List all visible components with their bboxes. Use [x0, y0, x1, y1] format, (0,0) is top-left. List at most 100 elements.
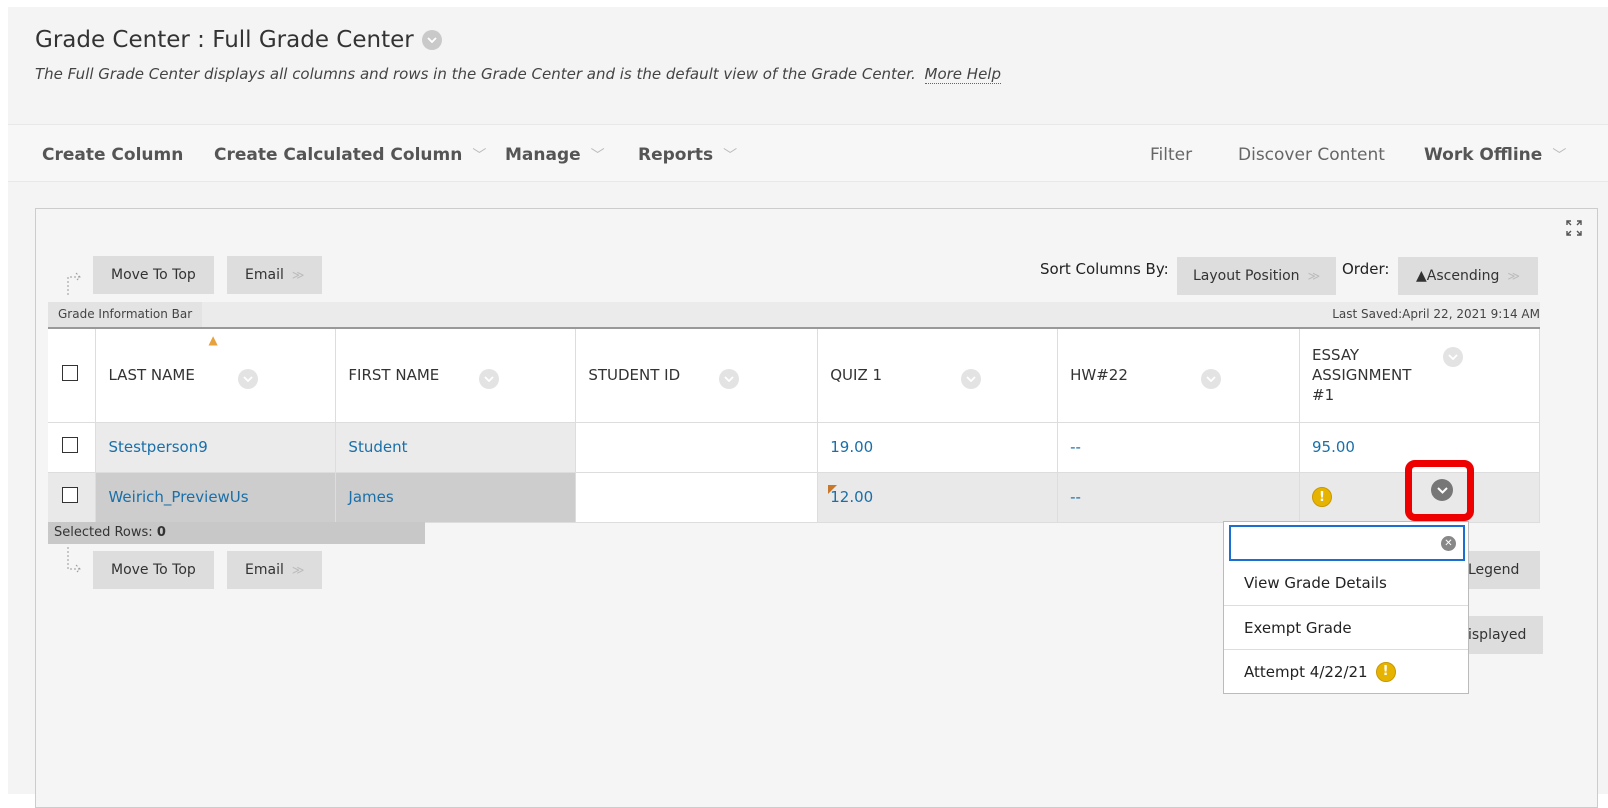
column-menu-icon[interactable]: [1443, 347, 1464, 367]
page-title-text: Grade Center : Full Grade Center: [35, 27, 414, 53]
column-header-last-name[interactable]: ▲ LAST NAME: [95, 328, 337, 423]
menu-item-exempt-grade[interactable]: Exempt Grade: [1224, 605, 1468, 649]
student-id-cell: [575, 472, 819, 523]
page-description-text: The Full Grade Center displays all colum…: [35, 65, 916, 83]
column-header-hw22[interactable]: HW#22: [1057, 328, 1301, 423]
menu-item-label: Attempt 4/22/21: [1244, 662, 1368, 681]
column-header-essay-assignment[interactable]: ESSAY ASSIGNMENT #1: [1299, 328, 1540, 423]
column-header-label-line: ASSIGNMENT: [1312, 366, 1412, 385]
menu-item-attempt[interactable]: Attempt 4/22/21 !: [1224, 649, 1468, 693]
page-header: Grade Center : Full Grade Center The Ful…: [8, 7, 1608, 124]
column-header-student-id[interactable]: STUDENT ID: [575, 328, 819, 423]
sort-columns-select[interactable]: Layout Position ≫: [1177, 257, 1337, 295]
table-header-row: ▲ LAST NAME FIRST NAME STUDENT ID QUIZ 1: [48, 328, 1540, 423]
row-checkbox[interactable]: [62, 437, 78, 453]
first-name-cell: Student: [335, 422, 577, 473]
student-last-name-link[interactable]: Weirich_PreviewUs: [108, 488, 248, 506]
bulk-action-arrow-icon: [64, 547, 86, 578]
expand-icon[interactable]: [1565, 219, 1583, 241]
needs-grading-icon: !: [1375, 661, 1396, 682]
row-checkbox[interactable]: [62, 487, 78, 503]
column-header-label: ESSAY ASSIGNMENT #1: [1312, 345, 1539, 405]
create-column-label: Create Column: [42, 145, 184, 165]
row-select-cell: [48, 472, 97, 523]
column-menu-icon[interactable]: [479, 369, 500, 389]
double-chevron-down-icon: ≫: [291, 268, 305, 282]
grade-information-bar: Grade Information Bar Last Saved:April 2…: [48, 302, 1540, 327]
grade-value: --: [1070, 488, 1081, 506]
grade-value: 19.00: [830, 438, 874, 456]
grade-grid-panel: Move To Top Email ≫ Sort Columns By: Lay…: [35, 208, 1598, 808]
menu-search-input[interactable]: ✕: [1229, 525, 1465, 561]
work-offline-menu[interactable]: Work Offline ﹀: [1424, 145, 1566, 165]
selected-rows-count: 0: [156, 525, 166, 540]
column-menu-icon[interactable]: [719, 369, 740, 389]
column-header-label: QUIZ 1: [830, 366, 883, 385]
grade-cell[interactable]: 19.00: [817, 422, 1059, 473]
grade-table: ▲ LAST NAME FIRST NAME STUDENT ID QUIZ 1: [48, 327, 1540, 523]
email-menu-button-bottom[interactable]: Email ≫: [227, 551, 323, 589]
filter-label: Filter: [1150, 145, 1193, 165]
title-options-icon[interactable]: [421, 30, 442, 50]
work-offline-label: Work Offline: [1424, 145, 1543, 165]
column-menu-icon[interactable]: [238, 369, 259, 389]
grade-cell[interactable]: 12.00: [817, 472, 1059, 523]
column-header-label: FIRST NAME: [348, 366, 440, 385]
page-description: The Full Grade Center displays all colum…: [35, 65, 1001, 84]
email-menu-button[interactable]: Email ≫: [227, 256, 323, 294]
column-menu-icon[interactable]: [961, 369, 982, 389]
sort-columns-label: Sort Columns By:: [1040, 260, 1169, 278]
grade-cell[interactable]: --: [1057, 422, 1301, 473]
student-last-name-link[interactable]: Stestperson9: [108, 438, 207, 456]
order-label: Order:: [1342, 260, 1390, 278]
column-header-first-name[interactable]: FIRST NAME: [335, 328, 577, 423]
row-select-cell: [48, 422, 97, 473]
order-select[interactable]: ▲Ascending ≫: [1398, 257, 1538, 295]
selected-rows-bar: Selected Rows: 0: [48, 522, 425, 544]
email-label: Email: [245, 562, 284, 578]
student-id-cell: [575, 422, 819, 473]
last-saved-text: Last Saved:April 22, 2021 9:14 AM: [1332, 307, 1540, 321]
selected-rows-label: Selected Rows:: [54, 525, 153, 540]
student-first-name-link[interactable]: James: [348, 488, 393, 506]
needs-grading-icon: !: [1312, 487, 1333, 508]
legend-label: Legend: [1468, 562, 1520, 578]
move-to-top-button-bottom[interactable]: Move To Top: [93, 551, 214, 589]
order-value: ▲Ascending: [1416, 268, 1500, 284]
create-calculated-column-menu[interactable]: Create Calculated Column ﹀: [214, 145, 486, 165]
first-name-cell: James: [335, 472, 577, 523]
create-calculated-column-label: Create Calculated Column: [214, 145, 463, 165]
menu-item-view-grade-details[interactable]: View Grade Details: [1224, 561, 1468, 605]
more-help-link[interactable]: More Help: [924, 65, 1001, 84]
create-column-button[interactable]: Create Column: [42, 145, 183, 165]
reports-menu[interactable]: Reports ﹀: [638, 145, 737, 165]
manage-menu[interactable]: Manage ﹀: [505, 145, 605, 165]
grade-cell[interactable]: --: [1057, 472, 1301, 523]
table-row: Weirich_PreviewUs James 12.00 -- !: [48, 472, 1540, 523]
grade-value: --: [1070, 438, 1081, 456]
displayed-button[interactable]: isplayed: [1456, 616, 1543, 654]
column-header-label: STUDENT ID: [588, 366, 681, 385]
reports-label: Reports: [638, 145, 714, 165]
student-first-name-link[interactable]: Student: [348, 438, 407, 456]
move-to-top-label: Move To Top: [111, 267, 196, 283]
select-all-checkbox[interactable]: [62, 365, 78, 382]
cell-options-icon[interactable]: [1431, 479, 1453, 501]
discover-content-button[interactable]: Discover Content: [1238, 145, 1385, 165]
cell-context-menu: ✕ View Grade Details Exempt Grade Attemp…: [1223, 521, 1469, 694]
discover-content-label: Discover Content: [1238, 145, 1385, 165]
chevron-down-icon: ﹀: [1552, 148, 1567, 164]
needs-grading-flag-icon: [828, 484, 838, 494]
last-name-cell: Weirich_PreviewUs: [95, 472, 337, 523]
move-to-top-button[interactable]: Move To Top: [93, 256, 214, 294]
displayed-label: isplayed: [1468, 627, 1527, 643]
filter-button[interactable]: Filter: [1150, 145, 1192, 165]
clear-icon[interactable]: ✕: [1441, 536, 1456, 551]
column-header-quiz1[interactable]: QUIZ 1: [817, 328, 1059, 423]
column-menu-icon[interactable]: [1201, 369, 1222, 389]
table-row: Stestperson9 Student 19.00 -- 95.00: [48, 422, 1540, 473]
chevron-down-icon: ﹀: [472, 148, 487, 164]
sort-columns-value: Layout Position: [1193, 268, 1300, 284]
action-toolbar: Create Column Create Calculated Column ﹀…: [8, 124, 1608, 182]
select-all-cell: [48, 328, 97, 423]
